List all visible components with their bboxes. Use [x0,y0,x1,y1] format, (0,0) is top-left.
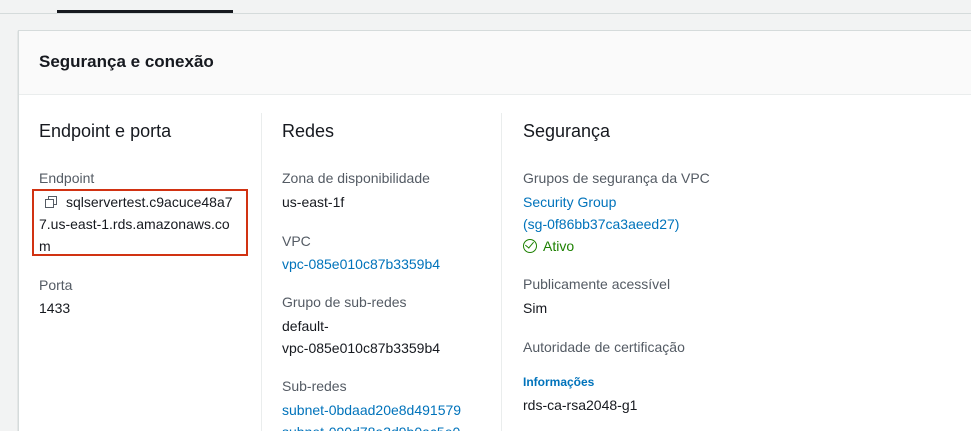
security-group-status: Ativo [543,238,575,254]
copy-icon[interactable] [45,196,57,208]
column-divider [501,113,502,431]
security-group-link-id[interactable]: (sg-0f86bb37ca3aeed27) [523,213,679,235]
panel-header: Segurança e conexão [19,31,971,95]
public-access-label: Publicamente acessível [523,276,671,292]
endpoint-label: Endpoint [39,170,95,186]
security-group-link-name[interactable]: Security Group [523,191,616,213]
panel-title: Segurança e conexão [39,52,214,71]
vpc-label: VPC [282,233,311,249]
subnets-label: Sub-redes [282,378,347,394]
port-value: 1433 [39,300,71,316]
network-column-title: Redes [282,121,335,141]
info-link[interactable]: Informações [523,375,594,389]
port-label: Porta [39,277,73,293]
availability-zone-label: Zona de disponibilidade [282,170,430,186]
subnet-link-1[interactable]: subnet-0bdaad20e8d491579 [282,399,461,421]
endpoint-value-line1: sqlservertest.c9acuce48a7 [66,194,233,210]
status-positive-icon [523,239,537,253]
subnet-link-2[interactable]: subnet-090d78a3d9b0ac5e0 [282,421,460,431]
subnet-group-value-line2: vpc-085e010c87b3359b4 [282,340,441,356]
certificate-authority-value: rds-ca-rsa2048-g1 [523,397,638,413]
endpoint-column-title: Endpoint e porta [39,121,172,141]
security-column-title: Segurança [523,121,611,141]
availability-zone-value: us-east-1f [282,194,345,210]
endpoint-value-line3: m [39,238,51,254]
vpc-link[interactable]: vpc-085e010c87b3359b4 [282,253,440,275]
active-tab-indicator [57,10,233,13]
public-access-value: Sim [523,300,548,316]
tab-strip [0,0,971,14]
endpoint-value-line2: 7.us-east-1.rds.amazonaws.co [39,216,230,232]
column-divider [261,113,262,431]
subnet-group-value-line1: default- [282,318,329,334]
certificate-authority-label: Autoridade de certificação [523,339,685,355]
security-groups-label: Grupos de segurança da VPC [523,170,710,186]
subnet-group-label: Grupo de sub-redes [282,294,407,310]
